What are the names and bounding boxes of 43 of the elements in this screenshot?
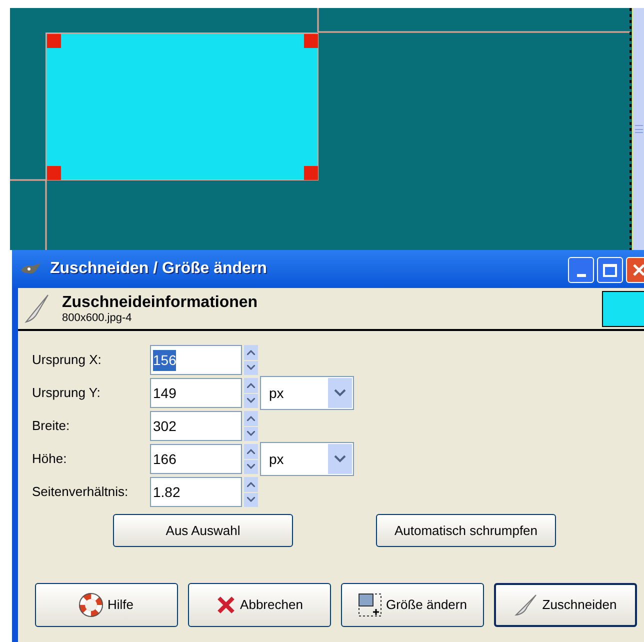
help-button[interactable]: Hilfe (35, 583, 178, 627)
scrollbar[interactable] (632, 8, 644, 250)
maximize-button[interactable] (597, 257, 623, 283)
field-label: Ursprung Y: (32, 384, 102, 402)
window-title: Zuschneiden / Größe ändern (50, 259, 267, 279)
chevron-down-icon (334, 455, 346, 463)
field-label: Seitenverhältnis: (32, 483, 130, 502)
number-field[interactable]: 149 (150, 378, 242, 408)
field-label: Breite: (32, 417, 71, 436)
image-name: 800x600.jpg-4 (62, 312, 133, 324)
number-field[interactable]: 302 (150, 411, 242, 441)
minimize-button[interactable] (568, 257, 594, 283)
number-field[interactable]: 1.82 (150, 477, 242, 507)
close-icon (632, 263, 644, 277)
action-button[interactable]: Automatisch schrumpfen (376, 514, 556, 547)
unit-dropdown[interactable]: px (260, 376, 354, 410)
spin-buttons[interactable] (244, 378, 258, 408)
resize-button[interactable]: Größe ändern (341, 583, 484, 627)
crop-handle[interactable] (304, 34, 318, 48)
chevron-down-icon (334, 389, 346, 397)
header-title: Zuschneideinformationen (62, 292, 258, 312)
unit-dropdown[interactable]: px (260, 442, 354, 476)
field-label: Höhe: (32, 450, 68, 468)
number-field[interactable]: 166 (150, 444, 242, 474)
crop-handle[interactable] (47, 34, 61, 48)
scalpel-icon (514, 593, 538, 617)
number-field[interactable]: 156 (150, 345, 242, 375)
spin-buttons[interactable] (244, 345, 258, 375)
cancel-button[interactable]: Abbrechen (188, 583, 331, 627)
resize-icon (358, 593, 382, 617)
spin-buttons[interactable] (244, 477, 258, 507)
cross-icon (216, 595, 236, 615)
spin-buttons[interactable] (244, 444, 258, 474)
app-icon (20, 262, 42, 276)
spin-buttons[interactable] (244, 411, 258, 441)
crop-handle[interactable] (304, 166, 318, 180)
color-swatch (602, 290, 644, 326)
crop-handle[interactable] (47, 166, 61, 180)
action-button[interactable]: Aus Auswahl (113, 514, 293, 547)
crop-button[interactable]: Zuschneiden (494, 583, 637, 627)
lifebuoy-icon (79, 593, 104, 617)
grip-icon (634, 125, 642, 133)
field-label: Ursprung X: (32, 351, 102, 370)
